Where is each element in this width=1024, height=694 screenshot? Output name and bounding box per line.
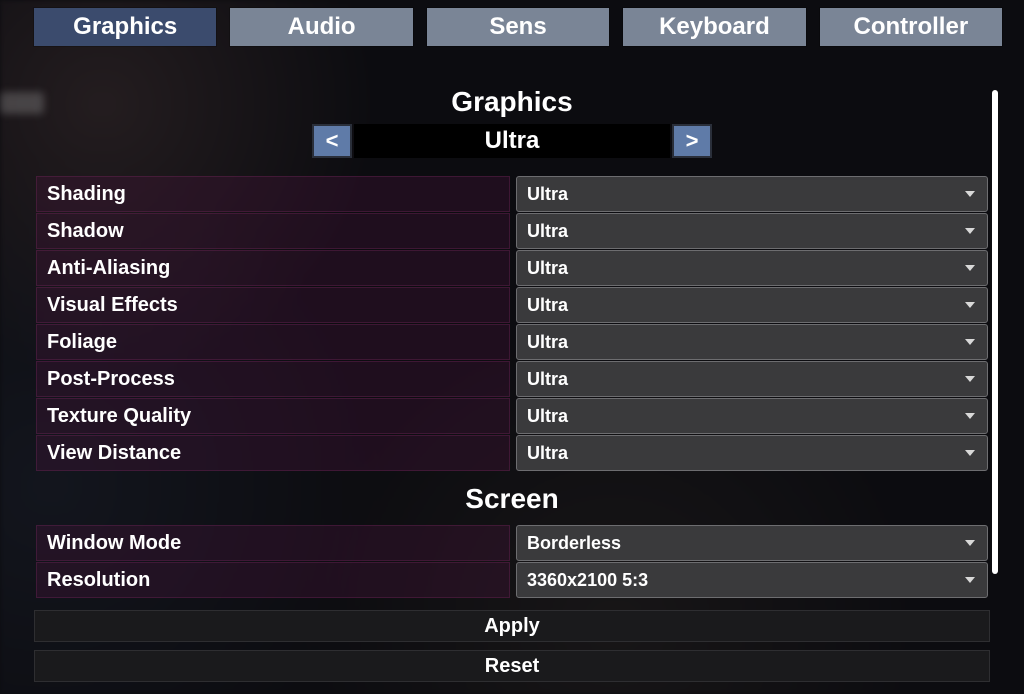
row-window-mode: Window Mode Borderless <box>36 525 988 561</box>
label-texture-quality: Texture Quality <box>36 398 510 434</box>
label-resolution: Resolution <box>36 562 510 598</box>
dropdown-window-mode[interactable]: Borderless <box>516 525 988 561</box>
preset-prev-button[interactable]: < <box>312 124 352 158</box>
row-view-distance: View Distance Ultra <box>36 435 988 471</box>
chevron-down-icon <box>965 376 975 382</box>
dropdown-shadow[interactable]: Ultra <box>516 213 988 249</box>
tab-bar: Graphics Audio Sens Keyboard Controller <box>34 8 1002 46</box>
row-visual-effects: Visual Effects Ultra <box>36 287 988 323</box>
dropdown-value: Ultra <box>527 295 568 316</box>
dropdown-shading[interactable]: Ultra <box>516 176 988 212</box>
scrollbar[interactable] <box>992 90 998 574</box>
chevron-down-icon <box>965 191 975 197</box>
dropdown-anti-aliasing[interactable]: Ultra <box>516 250 988 286</box>
dropdown-value: Ultra <box>527 258 568 279</box>
dropdown-value: 3360x2100 5:3 <box>527 570 648 591</box>
dropdown-value: Ultra <box>527 221 568 242</box>
preset-next-button[interactable]: > <box>672 124 712 158</box>
label-post-process: Post-Process <box>36 361 510 397</box>
apply-button[interactable]: Apply <box>34 610 990 642</box>
label-view-distance: View Distance <box>36 435 510 471</box>
dropdown-value: Ultra <box>527 443 568 464</box>
row-anti-aliasing: Anti-Aliasing Ultra <box>36 250 988 286</box>
label-visual-effects: Visual Effects <box>36 287 510 323</box>
chevron-down-icon <box>965 577 975 583</box>
tab-controller[interactable]: Controller <box>820 8 1002 46</box>
row-texture-quality: Texture Quality Ultra <box>36 398 988 434</box>
chevron-down-icon <box>965 540 975 546</box>
dropdown-value: Ultra <box>527 184 568 205</box>
dropdown-value: Ultra <box>527 406 568 427</box>
tab-audio[interactable]: Audio <box>230 8 412 46</box>
reset-button[interactable]: Reset <box>34 650 990 682</box>
section-title-screen: Screen <box>0 483 1024 515</box>
chevron-down-icon <box>965 228 975 234</box>
footer: Apply Reset <box>34 610 990 682</box>
graphics-rows: Shading Ultra Shadow Ultra Anti-Aliasing… <box>36 176 988 471</box>
chevron-down-icon <box>965 265 975 271</box>
row-shadow: Shadow Ultra <box>36 213 988 249</box>
tab-keyboard[interactable]: Keyboard <box>623 8 805 46</box>
dropdown-visual-effects[interactable]: Ultra <box>516 287 988 323</box>
row-resolution: Resolution 3360x2100 5:3 <box>36 562 988 598</box>
dropdown-value: Borderless <box>527 533 621 554</box>
dropdown-value: Ultra <box>527 369 568 390</box>
chevron-down-icon <box>965 302 975 308</box>
tab-sens[interactable]: Sens <box>427 8 609 46</box>
tab-graphics[interactable]: Graphics <box>34 8 216 46</box>
settings-panel: Graphics < Ultra > Shading Ultra Shadow … <box>0 78 1024 582</box>
dropdown-resolution[interactable]: 3360x2100 5:3 <box>516 562 988 598</box>
dropdown-value: Ultra <box>527 332 568 353</box>
label-window-mode: Window Mode <box>36 525 510 561</box>
label-foliage: Foliage <box>36 324 510 360</box>
chevron-down-icon <box>965 413 975 419</box>
dropdown-texture-quality[interactable]: Ultra <box>516 398 988 434</box>
label-anti-aliasing: Anti-Aliasing <box>36 250 510 286</box>
chevron-down-icon <box>965 339 975 345</box>
chevron-down-icon <box>965 450 975 456</box>
preset-selector: < Ultra > <box>0 124 1024 158</box>
screen-rows: Window Mode Borderless Resolution 3360x2… <box>36 525 988 598</box>
label-shadow: Shadow <box>36 213 510 249</box>
row-shading: Shading Ultra <box>36 176 988 212</box>
row-foliage: Foliage Ultra <box>36 324 988 360</box>
dropdown-view-distance[interactable]: Ultra <box>516 435 988 471</box>
dropdown-post-process[interactable]: Ultra <box>516 361 988 397</box>
section-title-graphics: Graphics <box>0 86 1024 118</box>
preset-value: Ultra <box>354 124 670 158</box>
row-post-process: Post-Process Ultra <box>36 361 988 397</box>
dropdown-foliage[interactable]: Ultra <box>516 324 988 360</box>
label-shading: Shading <box>36 176 510 212</box>
